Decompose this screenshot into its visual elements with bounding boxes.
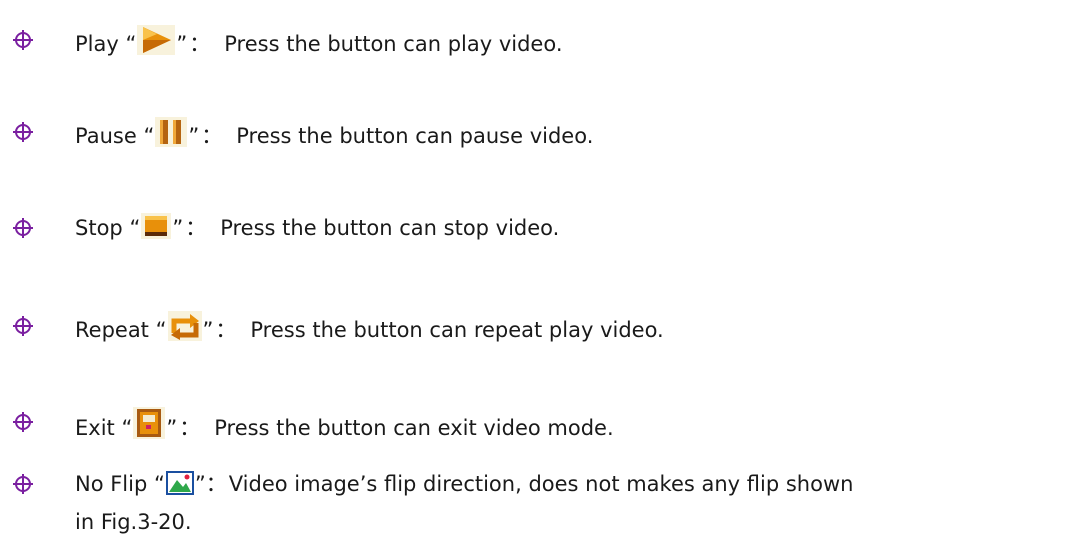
bullet-crosshair-icon (13, 122, 33, 142)
bullet-crosshair-icon (13, 30, 33, 50)
item-name: Stop (75, 216, 123, 240)
close-quote: ” (172, 216, 184, 240)
bullet-crosshair-icon (13, 316, 33, 336)
close-quote: ” (202, 318, 214, 342)
colon: ： (185, 216, 207, 240)
close-quote: ” (194, 472, 206, 496)
pause-icon (155, 117, 188, 147)
colon: ： (189, 32, 211, 56)
item-description: Press the button can pause video. (236, 124, 594, 148)
item-description: Press the button can stop video. (220, 216, 560, 240)
colon: ： (205, 472, 227, 496)
item-name: Exit (75, 416, 115, 440)
bullet-crosshair-icon (13, 412, 33, 432)
item-description: Press the button can exit video mode. (214, 416, 614, 440)
exit-icon (133, 407, 166, 439)
colon: ： (201, 124, 223, 148)
item-description: Press the button can play video. (224, 32, 563, 56)
open-quote: “ (121, 416, 133, 440)
item-description: Press the button can repeat play video. (250, 318, 664, 342)
open-quote: “ (129, 216, 141, 240)
item-name: No Flip (75, 472, 148, 496)
close-quote: ” (166, 416, 178, 440)
open-quote: “ (125, 32, 137, 56)
item-description-continued: in Fig.3-20. (75, 510, 192, 534)
open-quote: “ (155, 318, 167, 342)
repeat-icon (167, 311, 202, 341)
item-name: Play (75, 32, 119, 56)
close-quote: ” (188, 124, 200, 148)
no-flip-icon (165, 471, 194, 495)
open-quote: “ (154, 472, 165, 496)
close-quote: ” (176, 32, 188, 56)
stop-icon (141, 213, 172, 239)
bullet-crosshair-icon (13, 218, 33, 238)
open-quote: “ (143, 124, 155, 148)
colon: ： (215, 318, 237, 342)
colon: ： (179, 416, 201, 440)
bullet-crosshair-icon (13, 474, 33, 494)
item-name: Pause (75, 124, 137, 148)
item-description: Video image’s flip direction, does not m… (228, 472, 854, 496)
item-name: Repeat (75, 318, 149, 342)
play-icon (137, 25, 176, 55)
